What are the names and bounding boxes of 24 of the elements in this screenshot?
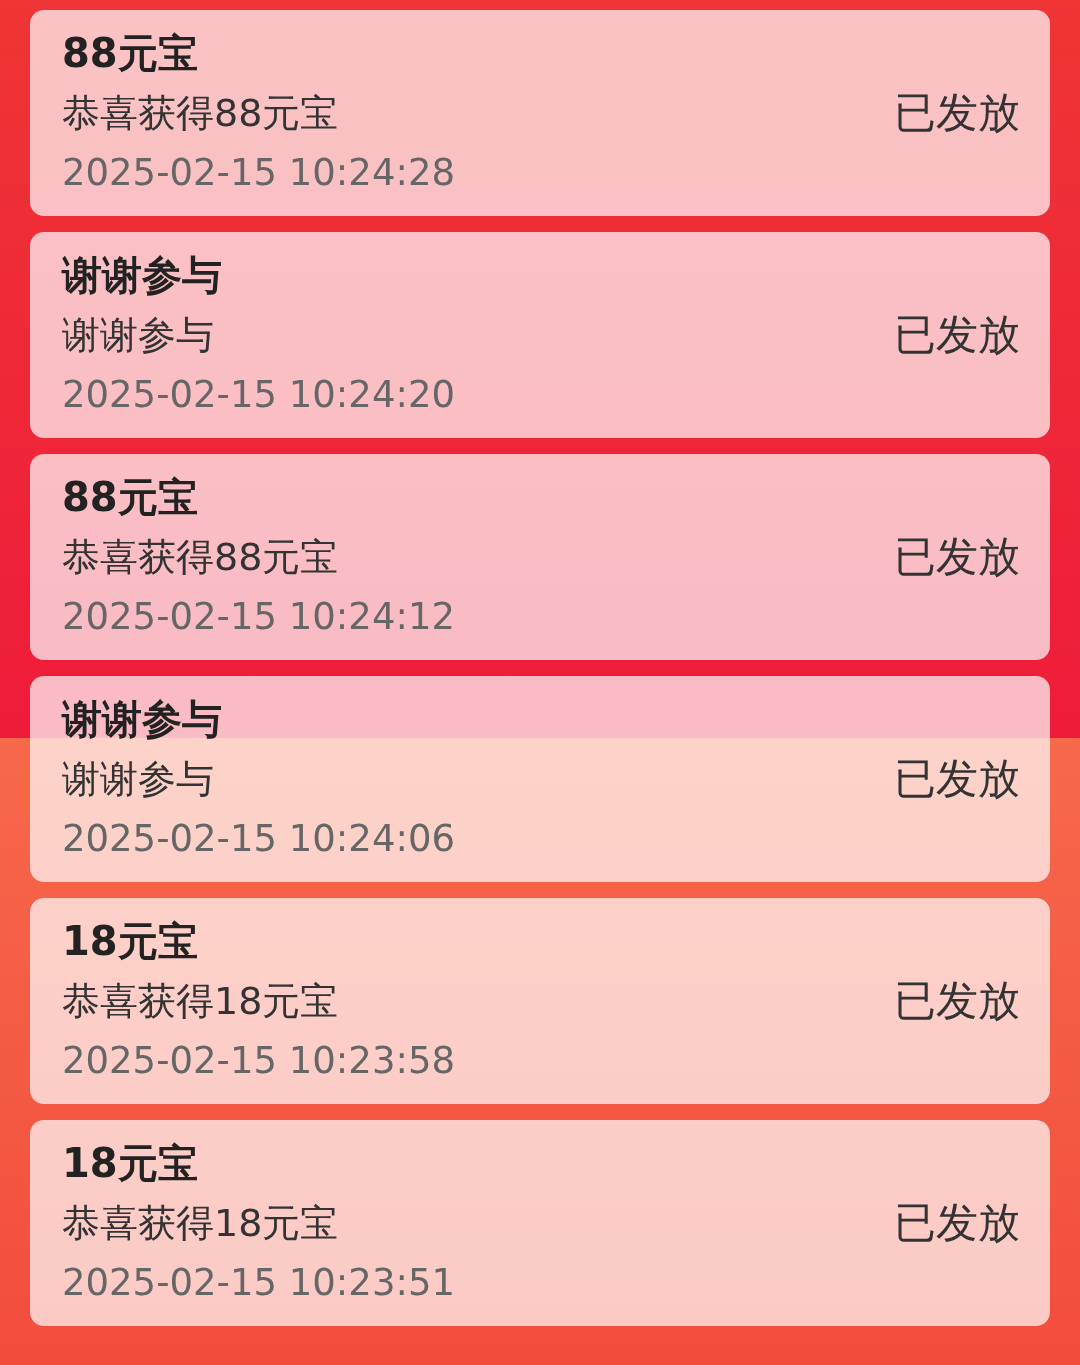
record-time: 2025-02-15 10:24:20 xyxy=(62,372,455,418)
prize-description: 谢谢参与 xyxy=(62,312,215,359)
status-label: 已发放 xyxy=(894,531,1020,583)
record-time: 2025-02-15 10:23:58 xyxy=(62,1038,455,1084)
prize-description: 恭喜获得88元宝 xyxy=(62,90,340,137)
record-time: 2025-02-15 10:23:51 xyxy=(62,1260,455,1306)
status-label: 已发放 xyxy=(894,1197,1020,1249)
status-label: 已发放 xyxy=(894,309,1020,361)
record-time: 2025-02-15 10:24:12 xyxy=(62,594,455,640)
status-label: 已发放 xyxy=(894,753,1020,805)
prize-title: 88元宝 xyxy=(62,473,199,522)
status-label: 已发放 xyxy=(894,975,1020,1027)
prize-description: 恭喜获得18元宝 xyxy=(62,978,340,1025)
status-label: 已发放 xyxy=(894,87,1020,139)
record-time: 2025-02-15 10:24:28 xyxy=(62,150,455,196)
prize-title: 谢谢参与 xyxy=(62,695,223,744)
prize-title: 谢谢参与 xyxy=(62,251,223,300)
prize-title: 88元宝 xyxy=(62,29,199,78)
prize-title: 18元宝 xyxy=(62,1139,199,1188)
prize-title: 18元宝 xyxy=(62,917,199,966)
prize-description: 恭喜获得18元宝 xyxy=(62,1200,340,1247)
prize-description: 谢谢参与 xyxy=(62,756,215,803)
prize-description: 恭喜获得88元宝 xyxy=(62,534,340,581)
record-time: 2025-02-15 10:24:06 xyxy=(62,816,455,862)
